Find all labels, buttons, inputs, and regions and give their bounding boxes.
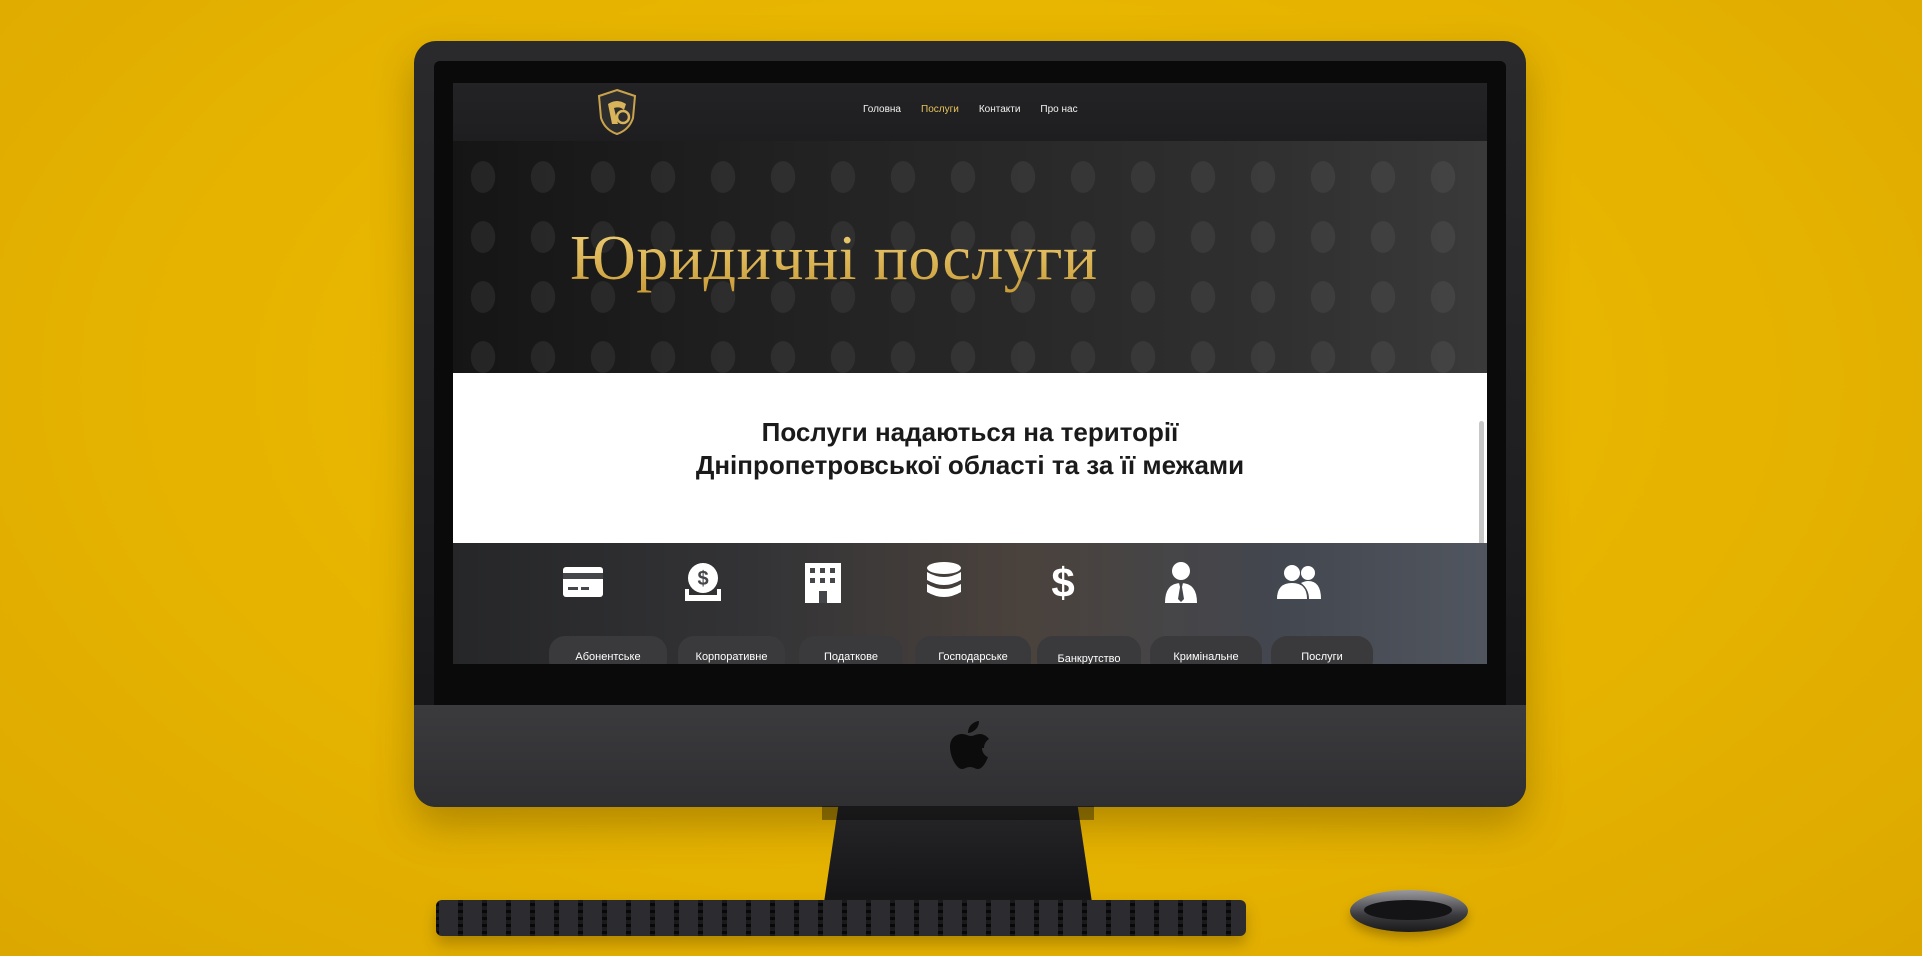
apple-logo-icon	[950, 721, 989, 769]
service-label: Послуги	[1301, 651, 1343, 663]
website-screen: Головна Послуги Контакти Про нас Юридичн…	[453, 83, 1487, 664]
service-card-bankruptcy[interactable]: Банкрутство	[1037, 636, 1141, 664]
service-card-corporate[interactable]: Корпоративне	[678, 636, 785, 664]
service-label: Податкове	[823, 651, 878, 663]
service-card-criminal[interactable]: Кримінальне	[1150, 636, 1262, 664]
nav-item-home[interactable]: Головна	[863, 104, 901, 115]
shield-logo-icon[interactable]	[596, 88, 638, 136]
service-card-commercial[interactable]: Господарське	[915, 636, 1031, 664]
nav-item-contacts[interactable]: Контакти	[979, 104, 1021, 115]
intro-heading-line2: Дніпропетровської області та за її межам…	[695, 450, 1245, 480]
users-icon[interactable]	[1275, 559, 1323, 605]
stand-shadow	[822, 806, 1094, 820]
building-icon[interactable]	[799, 559, 847, 605]
service-card-tax[interactable]: Податкове	[799, 636, 903, 664]
intro-heading: Послуги надаються на території Дніпропет…	[453, 416, 1487, 482]
database-coins-icon[interactable]	[920, 559, 968, 605]
service-label: Господарське	[938, 651, 1008, 663]
services-section: $ $ Абонентське Корпоративне Податкове Г…	[453, 543, 1487, 664]
service-label: Абонентське	[575, 651, 641, 663]
service-label: Корпоративне	[695, 651, 768, 663]
main-nav: Головна Послуги Контакти Про нас	[863, 104, 1078, 115]
hero-banner: Юридичні послуги	[453, 141, 1487, 373]
svg-text:$: $	[1051, 559, 1074, 605]
nav-item-about[interactable]: Про нас	[1040, 104, 1077, 115]
service-label: Кримінальне	[1173, 651, 1239, 663]
credit-card-icon[interactable]	[559, 559, 607, 605]
intro-heading-line1: Послуги надаються на території	[761, 417, 1179, 447]
dollar-icon[interactable]: $	[1039, 559, 1087, 605]
nav-item-services[interactable]: Послуги	[921, 104, 959, 115]
service-card-subscription[interactable]: Абонентське	[549, 636, 667, 664]
intro-section: Послуги надаються на території Дніпропет…	[453, 373, 1487, 543]
magic-mouse	[1350, 890, 1468, 932]
keyboard	[436, 900, 1246, 936]
hero-title: Юридичні послуги	[570, 222, 1098, 293]
svg-text:$: $	[697, 568, 708, 590]
money-hand-icon[interactable]: $	[679, 559, 727, 605]
site-header: Головна Послуги Контакти Про нас	[453, 83, 1487, 141]
service-card-other[interactable]: Послуги	[1271, 636, 1373, 664]
person-tie-icon[interactable]	[1157, 559, 1205, 605]
service-label: Банкрутство	[1057, 653, 1121, 664]
